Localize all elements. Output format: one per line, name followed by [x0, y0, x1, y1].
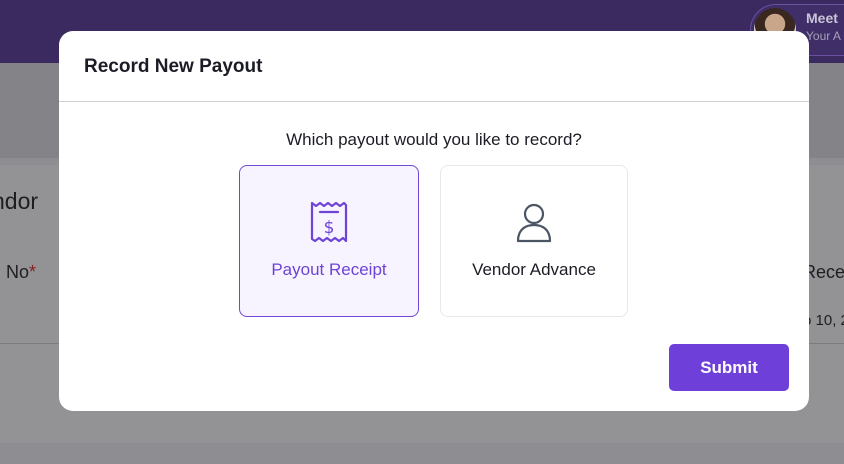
record-payout-modal: Record New Payout Which payout would you… [59, 31, 809, 411]
user-name: Meet [806, 10, 838, 26]
modal-divider [59, 101, 809, 102]
user-subtitle: Your A [806, 29, 841, 43]
modal-title: Record New Payout [84, 56, 263, 77]
payout-question: Which payout would you like to record? [286, 130, 582, 149]
option-vendor-advance[interactable]: Vendor Advance [440, 165, 628, 317]
user-icon [516, 203, 552, 243]
field-label-text: No [6, 262, 30, 282]
option-label-payout-receipt: Payout Receipt [271, 260, 387, 279]
receipt-dollar-icon: $ [310, 201, 348, 243]
background-heading: ndor [0, 188, 39, 214]
required-mark: * [29, 262, 37, 282]
svg-text:$: $ [324, 218, 335, 238]
submit-button[interactable]: Submit [669, 344, 789, 391]
background-receipt-label: Receipt [803, 262, 844, 282]
background-date-value: o 10, 2 [803, 312, 844, 329]
background-field-label: No* [6, 262, 36, 283]
option-label-vendor-advance: Vendor Advance [472, 260, 596, 279]
option-payout-receipt[interactable]: $ Payout Receipt [239, 165, 419, 317]
